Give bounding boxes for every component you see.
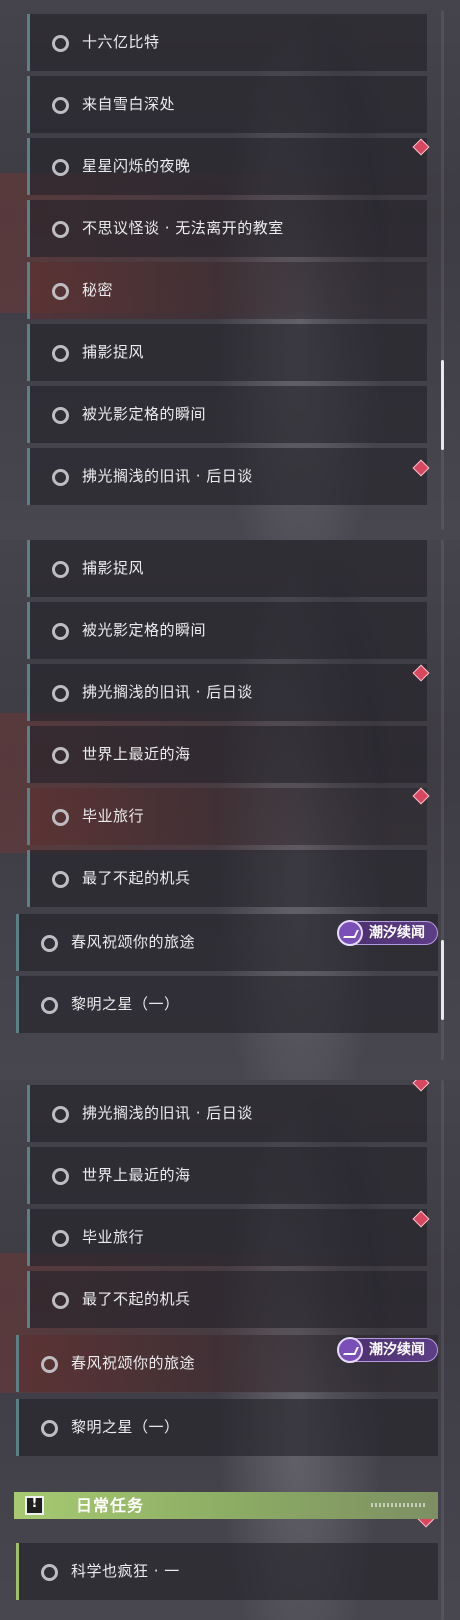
event-tag-badge[interactable]: 潮汐续闻 [337, 1337, 438, 1363]
quest-item-daily[interactable]: 科学也疯狂 · 一 [16, 1543, 438, 1600]
quest-item[interactable]: 拂光搁浅的旧讯 · 后日谈 [27, 664, 427, 721]
quest-title: 星星闪烁的夜晚 [82, 157, 191, 175]
quest-title: 来自雪白深处 [82, 95, 176, 113]
quest-status-circle-icon [52, 561, 69, 578]
quest-item[interactable]: 被光影定格的瞬间 [27, 602, 427, 659]
quest-status-circle-icon [52, 159, 69, 176]
quest-title: 被光影定格的瞬间 [82, 405, 207, 423]
scrollbar-track[interactable] [441, 1080, 444, 1620]
quest-title: 捕影捉风 [82, 343, 145, 361]
quest-item[interactable]: 捕影捉风 [27, 540, 427, 597]
quest-status-circle-icon [41, 1564, 58, 1581]
quest-title: 黎明之星（一） [71, 1418, 180, 1436]
quest-list-panel-1: 十六亿比特 来自雪白深处 星星闪烁的夜晚 不思议怪谈 · 无法离开的教室 秘密 … [0, 0, 460, 540]
quest-status-circle-icon [52, 221, 69, 238]
tide-event-icon [337, 920, 363, 946]
quest-status-circle-icon [52, 747, 69, 764]
quest-title: 毕业旅行 [82, 807, 145, 825]
quest-status-circle-icon [52, 97, 69, 114]
quest-title: 拂光搁浅的旧讯 · 后日谈 [82, 1104, 253, 1122]
scrollbar-thumb[interactable] [441, 940, 444, 1020]
quest-title: 春风祝颂你的旅途 [71, 933, 196, 951]
daily-tasks-header[interactable]: 日常任务 [14, 1492, 438, 1519]
quest-item[interactable]: 最了不起的机兵 [27, 1271, 427, 1328]
quest-title: 捕影捉风 [82, 559, 145, 577]
quest-item[interactable]: 毕业旅行 [27, 788, 427, 845]
exclamation-icon [25, 1496, 44, 1515]
quest-status-circle-icon [41, 1420, 58, 1437]
quest-status-circle-icon [52, 283, 69, 300]
quest-status-circle-icon [41, 1356, 58, 1373]
quest-title: 黎明之星（一） [71, 995, 180, 1013]
quest-title: 秘密 [82, 281, 114, 299]
scrollbar-track[interactable] [441, 10, 444, 530]
quest-title: 毕业旅行 [82, 1228, 145, 1246]
quest-title: 世界上最近的海 [82, 1166, 191, 1184]
quest-status-circle-icon [52, 1292, 69, 1309]
quest-item[interactable]: 来自雪白深处 [27, 76, 427, 133]
quest-item[interactable]: 星星闪烁的夜晚 [27, 138, 427, 195]
quest-item[interactable]: 被光影定格的瞬间 [27, 386, 427, 443]
quest-status-circle-icon [52, 407, 69, 424]
quest-list-panel-2: 捕影捉风 被光影定格的瞬间 拂光搁浅的旧讯 · 后日谈 世界上最近的海 毕业旅行… [0, 540, 460, 1080]
event-tag-label: 潮汐续闻 [369, 1342, 425, 1358]
quest-status-circle-icon [52, 1168, 69, 1185]
quest-title: 世界上最近的海 [82, 745, 191, 763]
quest-item[interactable]: 十六亿比特 [27, 14, 427, 71]
quest-status-circle-icon [52, 469, 69, 486]
tide-event-icon [337, 1337, 363, 1363]
quest-item[interactable]: 世界上最近的海 [27, 1147, 427, 1204]
quest-status-circle-icon [41, 997, 58, 1014]
quest-item[interactable]: 秘密 [27, 262, 427, 319]
quest-item[interactable]: 世界上最近的海 [27, 726, 427, 783]
event-tag-badge[interactable]: 潮汐续闻 [337, 920, 438, 946]
quest-item[interactable]: 最了不起的机兵 [27, 850, 427, 907]
quest-item[interactable]: 毕业旅行 [27, 1209, 427, 1266]
daily-tasks-title: 日常任务 [76, 1496, 145, 1515]
quest-title: 拂光搁浅的旧讯 · 后日谈 [82, 683, 253, 701]
quest-title: 科学也疯狂 · 一 [71, 1562, 180, 1580]
quest-title: 不思议怪谈 · 无法离开的教室 [82, 219, 284, 237]
quest-status-circle-icon [52, 809, 69, 826]
quest-status-circle-icon [52, 871, 69, 888]
quest-item[interactable]: 捕影捉风 [27, 324, 427, 381]
scrollbar-thumb[interactable] [441, 360, 444, 450]
quest-item[interactable]: 黎明之星（一） [16, 976, 438, 1033]
quest-list-panel-3: 拂光搁浅的旧讯 · 后日谈 世界上最近的海 毕业旅行 最了不起的机兵 春风祝颂你… [0, 1080, 460, 1620]
quest-title: 最了不起的机兵 [82, 1290, 191, 1308]
quest-item[interactable]: 拂光搁浅的旧讯 · 后日谈 [27, 1085, 427, 1142]
quest-title: 最了不起的机兵 [82, 869, 191, 887]
quest-title: 春风祝颂你的旅途 [71, 1354, 196, 1372]
header-decoration [371, 1503, 426, 1507]
quest-title: 拂光搁浅的旧讯 · 后日谈 [82, 467, 253, 485]
quest-status-circle-icon [52, 623, 69, 640]
quest-status-circle-icon [52, 685, 69, 702]
quest-item[interactable]: 黎明之星（一） [16, 1399, 438, 1456]
event-tag-label: 潮汐续闻 [369, 925, 425, 941]
quest-item[interactable]: 不思议怪谈 · 无法离开的教室 [27, 200, 427, 257]
quest-status-circle-icon [52, 35, 69, 52]
quest-status-circle-icon [52, 345, 69, 362]
quest-title: 十六亿比特 [82, 33, 160, 51]
quest-item[interactable]: 拂光搁浅的旧讯 · 后日谈 [27, 448, 427, 505]
quest-status-circle-icon [41, 935, 58, 952]
quest-status-circle-icon [52, 1106, 69, 1123]
quest-title: 被光影定格的瞬间 [82, 621, 207, 639]
quest-status-circle-icon [52, 1230, 69, 1247]
